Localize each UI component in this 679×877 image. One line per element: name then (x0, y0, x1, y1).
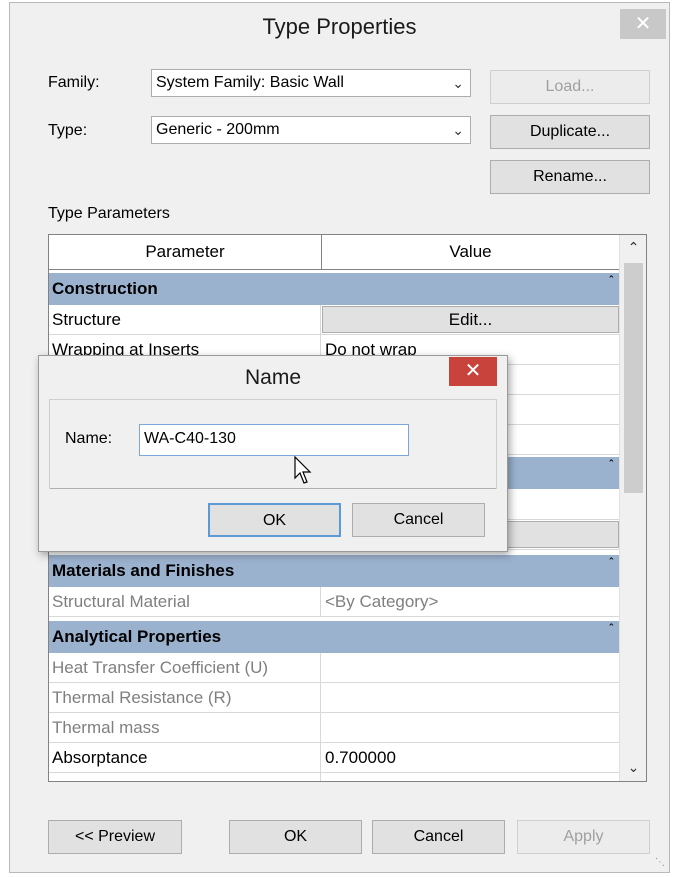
scroll-down-icon[interactable]: ⌄ (620, 759, 646, 776)
structure-edit-button[interactable]: Edit... (322, 306, 619, 333)
ok-button[interactable]: OK (229, 820, 362, 854)
param-value-structural-material[interactable]: <By Category> (322, 587, 619, 616)
type-label: Type: (48, 122, 88, 139)
table-row (49, 773, 619, 781)
param-value-thermal-resistance[interactable] (322, 683, 619, 712)
collapse-icon: ˆ (609, 557, 613, 569)
param-name-thermal-resistance: Thermal Resistance (R) (49, 683, 321, 712)
param-value-cut-off[interactable] (322, 773, 619, 781)
collapse-icon: ˆ (609, 623, 613, 635)
group-analytical-properties[interactable]: Analytical Properties ˆ (49, 621, 619, 653)
resize-grip-icon[interactable]: ⋱ (655, 857, 665, 868)
name-cancel-button[interactable]: Cancel (352, 503, 485, 537)
group-materials-and-finishes[interactable]: Materials and Finishes ˆ (49, 555, 619, 587)
param-name-thermal-mass: Thermal mass (49, 713, 321, 742)
grid-scrollbar[interactable]: ⌃ ⌄ (619, 235, 646, 781)
type-parameters-label: Type Parameters (48, 205, 170, 222)
table-row: Absorptance 0.700000 (49, 743, 619, 773)
load-button[interactable]: Load... (490, 70, 650, 104)
preview-button[interactable]: << Preview (48, 820, 182, 854)
table-row: Structural Material <By Category> (49, 587, 619, 617)
name-label: Name: (65, 430, 113, 447)
name-input[interactable]: WA-C40-130 (139, 424, 409, 456)
rename-button[interactable]: Rename... (490, 160, 650, 194)
collapse-icon: ˆ (609, 459, 613, 471)
window-close-button[interactable]: ✕ (620, 9, 666, 39)
type-dropdown[interactable]: Generic - 200mm ⌄ (151, 116, 471, 144)
param-name-absorptance: Absorptance (49, 743, 321, 772)
table-row: Thermal Resistance (R) (49, 683, 619, 713)
param-value-absorptance[interactable]: 0.700000 (322, 743, 619, 772)
scrollbar-thumb[interactable] (624, 263, 643, 493)
name-dialog-close-button[interactable]: ✕ (449, 357, 497, 386)
param-name-heat-transfer: Heat Transfer Coefficient (U) (49, 653, 321, 682)
close-icon: ✕ (464, 360, 482, 382)
group-analytical-label: Analytical Properties (52, 627, 222, 646)
name-ok-button[interactable]: OK (208, 503, 341, 537)
dialog-divider (50, 488, 496, 489)
parameter-column-header[interactable]: Parameter (49, 235, 322, 270)
table-row: Structure Edit... (49, 305, 619, 335)
family-dropdown[interactable]: System Family: Basic Wall ⌄ (151, 69, 471, 97)
group-materials-label: Materials and Finishes (52, 561, 235, 580)
param-value-heat-transfer[interactable] (322, 653, 619, 682)
value-column-header[interactable]: Value (322, 235, 619, 270)
table-row: Heat Transfer Coefficient (U) (49, 653, 619, 683)
param-name-structural-material: Structural Material (49, 587, 321, 616)
apply-button[interactable]: Apply (517, 820, 650, 854)
cancel-button[interactable]: Cancel (372, 820, 505, 854)
table-row: Thermal mass (49, 713, 619, 743)
family-value: System Family: Basic Wall (156, 74, 344, 91)
chevron-down-icon: ⌄ (452, 122, 464, 138)
type-value: Generic - 200mm (156, 121, 280, 138)
window-title: Type Properties (262, 14, 417, 39)
chevron-down-icon: ⌄ (452, 75, 464, 91)
duplicate-button[interactable]: Duplicate... (490, 115, 650, 149)
family-label: Family: (48, 74, 100, 91)
group-construction[interactable]: Construction ˆ (49, 273, 619, 305)
collapse-icon: ˆ (609, 275, 613, 287)
param-name-cut-off (49, 773, 321, 781)
param-name-structure: Structure (49, 305, 321, 334)
mouse-cursor-icon (294, 456, 312, 484)
close-icon: ✕ (634, 13, 652, 35)
scroll-up-icon[interactable]: ⌃ (620, 239, 646, 256)
param-value-thermal-mass[interactable] (322, 713, 619, 742)
group-construction-label: Construction (52, 279, 158, 298)
name-dialog-title: Name (244, 366, 302, 389)
